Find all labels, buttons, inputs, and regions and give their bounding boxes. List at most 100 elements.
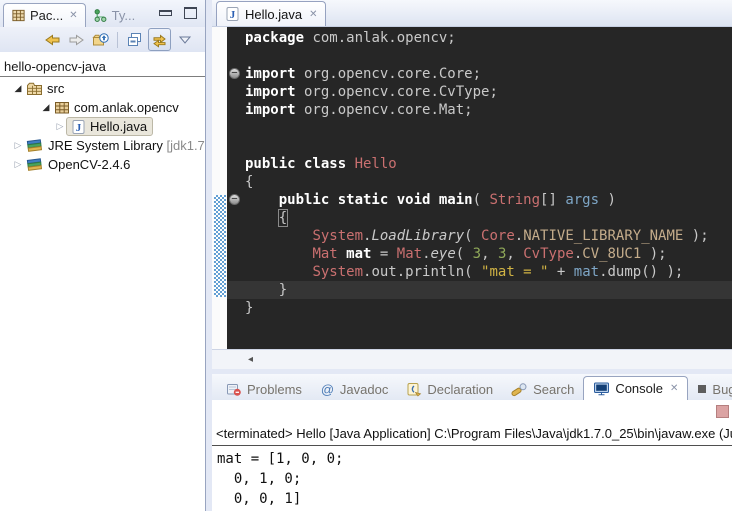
project-root[interactable]: hello-opencv-java: [0, 58, 205, 75]
tree-item-src[interactable]: ◢ src: [0, 79, 205, 98]
annotation-ruler[interactable]: [212, 27, 227, 350]
scroll-left-icon[interactable]: ◂: [248, 354, 253, 365]
code-line-7[interactable]: [227, 137, 732, 155]
tree-item-label: JRE System Library: [48, 138, 163, 153]
package-explorer-icon: [11, 8, 26, 23]
code-line-4[interactable]: import org.opencv.core.CvType;: [227, 83, 732, 101]
close-icon[interactable]: ✕: [69, 10, 77, 21]
code-line-8[interactable]: public class Hello: [227, 155, 732, 173]
collapsed-arrow-icon[interactable]: ▷: [12, 159, 24, 170]
code-line-1[interactable]: package com.anlak.opencv;: [227, 29, 732, 47]
collapsed-arrow-icon[interactable]: ▷: [54, 121, 66, 132]
maximize-icon[interactable]: [184, 7, 197, 19]
link-with-editor-icon[interactable]: [148, 28, 171, 51]
code-line-2[interactable]: [227, 47, 732, 65]
svg-text:J: J: [230, 9, 236, 21]
close-icon[interactable]: ✕: [309, 9, 317, 20]
console-header: <terminated> Hello [Java Application] C:…: [212, 426, 732, 446]
package-icon: [54, 100, 70, 115]
package-folder-icon: [26, 81, 43, 96]
code-line-13[interactable]: Mat mat = Mat.eye( 3, 3, CvType.CV_8UC1 …: [227, 245, 732, 263]
console-tab-label: Javadoc: [340, 382, 388, 397]
code-line-15[interactable]: }: [227, 281, 732, 299]
console-tab-label: Console: [615, 381, 663, 396]
code-editor[interactable]: package com.anlak.opencv;−import org.ope…: [227, 27, 732, 350]
tree-item-label: src: [47, 81, 64, 96]
minimize-icon[interactable]: [159, 10, 172, 16]
forward-icon[interactable]: [66, 29, 87, 50]
console-tab-search[interactable]: Search: [502, 378, 583, 400]
console-tab-label: Declaration: [427, 382, 493, 397]
code-line-12[interactable]: System.LoadLibrary( Core.NATIVE_LIBRARY_…: [227, 227, 732, 245]
tree-item-decorator: [jdk1.7.0: [163, 138, 205, 153]
console-tab-console[interactable]: Console ✕: [583, 376, 688, 400]
tab-type-hierarchy[interactable]: Ty...: [86, 4, 143, 27]
console-view: Problems @ Javadoc Declaration Search Console…: [212, 374, 732, 511]
tab-label: Ty...: [112, 8, 136, 23]
tree-item-hello-java[interactable]: ▷ J Hello.java: [0, 117, 205, 136]
eclipse-window: Pac... ✕ Ty... hello-opencv-java ◢: [0, 0, 732, 511]
java-file-icon: J: [225, 6, 240, 22]
tab-package-explorer[interactable]: Pac... ✕: [3, 3, 86, 27]
console-icon: [593, 381, 610, 397]
selected-item-box[interactable]: J Hello.java: [66, 117, 153, 136]
console-output: mat = [1, 0, 0; 0, 1, 0; 0, 0, 1]: [212, 446, 732, 509]
close-icon[interactable]: ✕: [670, 383, 678, 394]
tree-item-opencv-2-4-6[interactable]: ▷OpenCV-2.4.6: [0, 155, 205, 174]
bug-icon: [697, 384, 707, 394]
code-line-11[interactable]: {: [227, 209, 732, 227]
problems-icon: [226, 382, 242, 397]
code-line-9[interactable]: {: [227, 173, 732, 191]
tree-item-jre-system-library[interactable]: ▷ JRE System Library [jdk1.7.0: [0, 136, 205, 155]
tree-item-label: com.anlak.opencv: [74, 100, 179, 115]
editor-body: package com.anlak.opencv;−import org.ope…: [212, 27, 732, 350]
console-toolbar: [212, 400, 732, 426]
code-line-6[interactable]: [227, 119, 732, 137]
tree-item-com-anlak-opencv[interactable]: ◢ com.anlak.opencv: [0, 98, 205, 117]
collapse-all-icon[interactable]: [124, 29, 145, 50]
console-tabbar: Problems @ Javadoc Declaration Search Console…: [212, 374, 732, 400]
console-tab-bug-explorer[interactable]: Bug Explorer: [688, 378, 732, 400]
editor-tab-hello-java[interactable]: J Hello.java ✕: [216, 1, 326, 26]
up-icon[interactable]: [90, 29, 111, 50]
svg-text:J: J: [76, 122, 82, 134]
back-icon[interactable]: [42, 29, 63, 50]
code-line-14[interactable]: System.out.println( "mat = " + mat.dump(…: [227, 263, 732, 281]
search-icon: [511, 382, 528, 397]
horizontal-scrollbar[interactable]: ◂: [212, 349, 732, 369]
java-file-icon: J: [71, 119, 86, 135]
editor-tabbar: J Hello.java ✕: [212, 0, 732, 27]
type-hierarchy-icon: [93, 8, 108, 23]
range-indicator: [214, 195, 226, 297]
javadoc-icon: @: [320, 382, 335, 397]
library-icon: [26, 157, 44, 172]
editor-part: J Hello.java ✕ package com.anlak.opencv;…: [212, 0, 732, 369]
code-line-16[interactable]: }: [227, 299, 732, 317]
console-tab-declaration[interactable]: Declaration: [397, 378, 502, 400]
console-tab-javadoc[interactable]: @ Javadoc: [311, 378, 397, 400]
console-tab-label: Problems: [247, 382, 302, 397]
collapsed-arrow-icon[interactable]: ▷: [12, 140, 24, 151]
console-tab-label: Bug Explorer: [712, 382, 732, 397]
view-toolbar: [0, 27, 205, 52]
terminate-icon[interactable]: [716, 405, 729, 418]
package-explorer-view: Pac... ✕ Ty... hello-opencv-java ◢: [0, 0, 206, 511]
code-line-3[interactable]: −import org.opencv.core.Core;: [227, 65, 732, 83]
view-window-buttons: [159, 7, 197, 19]
code-line-10[interactable]: − public static void main( String[] args…: [227, 191, 732, 209]
code-line-5[interactable]: import org.opencv.core.Mat;: [227, 101, 732, 119]
expanded-arrow-icon[interactable]: ◢: [40, 102, 52, 113]
expanded-arrow-icon[interactable]: ◢: [12, 83, 24, 94]
library-icon: [26, 138, 44, 153]
view-tabbar: Pac... ✕ Ty...: [0, 0, 205, 27]
editor-tab-label: Hello.java: [245, 7, 302, 22]
fold-collapse-icon[interactable]: −: [229, 68, 240, 79]
console-tab-problems[interactable]: Problems: [217, 378, 311, 400]
svg-text:@: @: [321, 382, 334, 397]
console-tab-label: Search: [533, 382, 574, 397]
tree-item-label: Hello.java: [90, 119, 147, 134]
fold-collapse-icon[interactable]: −: [229, 194, 240, 205]
view-menu-icon[interactable]: [174, 29, 195, 50]
divider: [0, 76, 205, 77]
declaration-icon: [406, 382, 422, 397]
